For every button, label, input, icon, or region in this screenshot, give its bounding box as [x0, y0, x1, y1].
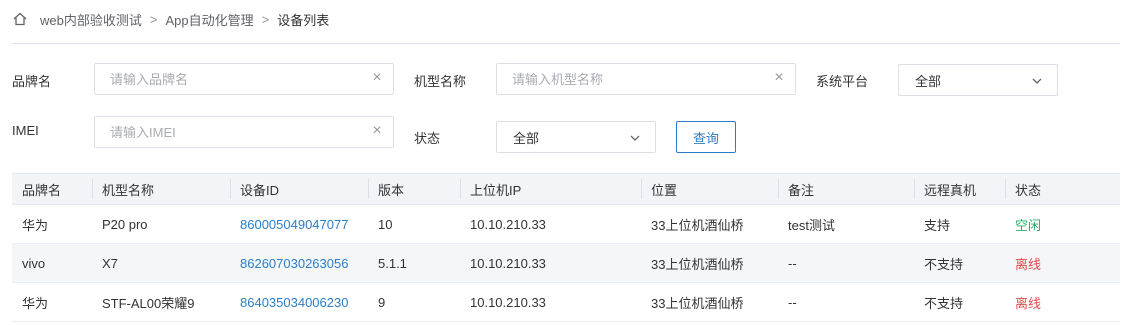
column-header-brand: 品牌名 — [12, 173, 92, 205]
cell-model: STF-AL00荣耀9 — [92, 282, 230, 322]
imei-input[interactable] — [95, 117, 393, 147]
cell-version: 9 — [368, 282, 460, 322]
breadcrumb-item-project[interactable]: web内部验收测试 — [40, 10, 142, 29]
status-select[interactable]: 全部 — [496, 121, 656, 153]
cell-remark: -- — [778, 243, 914, 283]
query-button[interactable]: 查询 — [676, 121, 736, 153]
cell-brand: 华为 — [12, 204, 92, 244]
cell-brand: vivo — [12, 243, 92, 283]
cell-location: 33上位机酒仙桥 — [641, 282, 778, 322]
platform-select[interactable]: 全部 — [898, 64, 1058, 96]
table-header-row: 品牌名 机型名称 设备ID 版本 上位机IP 位置 备注 远程真机 状态 — [12, 173, 1120, 205]
breadcrumb-item-app-automation[interactable]: App自动化管理 — [165, 10, 253, 29]
column-header-location: 位置 — [641, 173, 778, 205]
breadcrumb-item-device-list: 设备列表 — [277, 12, 330, 28]
brand-input[interactable] — [95, 64, 393, 94]
status-select-value: 全部 — [513, 130, 540, 146]
status-label: 状态 — [414, 131, 441, 146]
cell-location: 33上位机酒仙桥 — [641, 243, 778, 283]
column-header-device-id: 设备ID — [230, 173, 368, 205]
cell-ip: 10.10.210.33 — [460, 282, 641, 322]
cell-model: X7 — [92, 243, 230, 283]
cell-version: 10 — [368, 204, 460, 244]
table-row: vivo X7 862607030263056 5.1.1 10.10.210.… — [12, 243, 1120, 283]
cell-ip: 10.10.210.33 — [460, 243, 641, 283]
imei-input-wrapper: × — [94, 116, 394, 148]
column-header-status: 状态 — [1005, 173, 1120, 205]
chevron-down-icon — [629, 132, 641, 144]
platform-select-value: 全部 — [915, 73, 942, 89]
breadcrumb: web内部验收测试 > App自动化管理 > 设备列表 — [12, 9, 329, 29]
chevron-right-icon: > — [261, 11, 270, 27]
column-header-model: 机型名称 — [92, 173, 230, 205]
column-header-ip: 上位机IP — [460, 173, 641, 205]
cell-ip: 10.10.210.33 — [460, 204, 641, 244]
model-input-wrapper: × — [496, 63, 796, 95]
cell-location: 33上位机酒仙桥 — [641, 204, 778, 244]
chevron-down-icon — [1031, 75, 1043, 87]
imei-label: IMEI — [12, 123, 39, 138]
brand-label: 品牌名 — [12, 74, 52, 89]
table-row: 华为 P20 pro 860005049047077 10 10.10.210.… — [12, 204, 1120, 244]
cell-remark: test测试 — [778, 204, 914, 244]
platform-label: 系统平台 — [816, 74, 869, 89]
close-icon[interactable]: × — [370, 123, 384, 139]
close-icon[interactable]: × — [772, 70, 786, 86]
cell-status: 离线 — [1005, 282, 1120, 322]
cell-status: 空闲 — [1005, 204, 1120, 244]
table-row: 华为 STF-AL00荣耀9 864035034006230 9 10.10.2… — [12, 282, 1120, 322]
column-header-version: 版本 — [368, 173, 460, 205]
column-header-remark: 备注 — [778, 173, 914, 205]
divider — [12, 43, 1120, 44]
device-id-link[interactable]: 862607030263056 — [230, 243, 368, 283]
cell-remote: 不支持 — [914, 243, 1005, 283]
cell-remote: 不支持 — [914, 282, 1005, 322]
cell-remark: -- — [778, 282, 914, 322]
column-header-remote: 远程真机 — [914, 173, 1005, 205]
model-input[interactable] — [497, 64, 795, 94]
home-icon[interactable] — [12, 11, 28, 27]
cell-status: 离线 — [1005, 243, 1120, 283]
model-label: 机型名称 — [414, 74, 467, 89]
chevron-right-icon: > — [149, 11, 158, 27]
cell-remote: 支持 — [914, 204, 1005, 244]
device-id-link[interactable]: 864035034006230 — [230, 282, 368, 322]
close-icon[interactable]: × — [370, 70, 384, 86]
cell-version: 5.1.1 — [368, 243, 460, 283]
cell-brand: 华为 — [12, 282, 92, 322]
device-id-link[interactable]: 860005049047077 — [230, 204, 368, 244]
device-table: 品牌名 机型名称 设备ID 版本 上位机IP 位置 备注 远程真机 状态 华为 … — [12, 173, 1120, 322]
brand-input-wrapper: × — [94, 63, 394, 95]
cell-model: P20 pro — [92, 204, 230, 244]
